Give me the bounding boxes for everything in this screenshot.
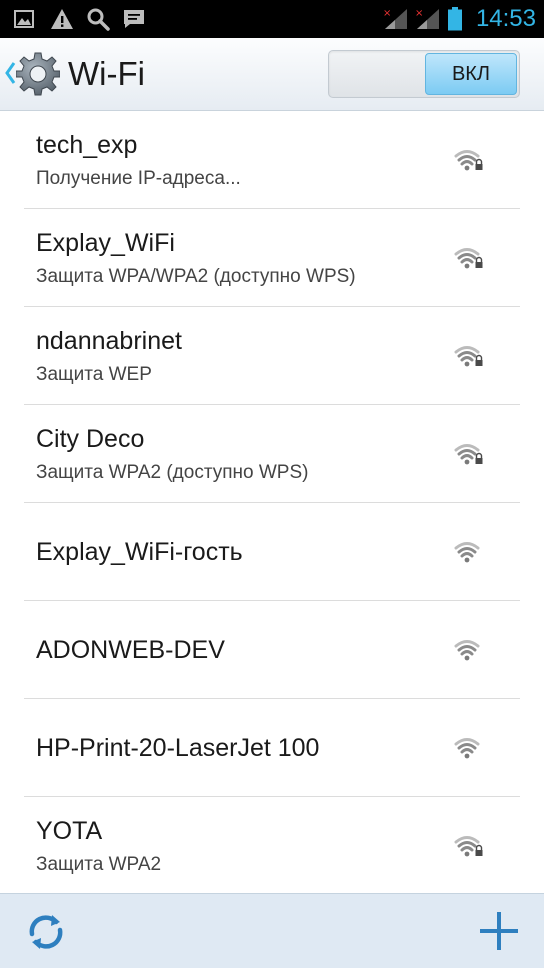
wifi-lock-icon (454, 444, 483, 465)
wifi-icon (454, 640, 480, 661)
gear-icon[interactable] (16, 52, 60, 96)
signal-sim2-icon: × (415, 8, 439, 29)
wifi-icon (454, 738, 480, 759)
network-status: Защита WPA2 (доступно WPS) (36, 462, 309, 483)
network-row[interactable]: ndannabrinet Защита WEP (24, 307, 520, 405)
page-title: Wi-Fi (68, 55, 145, 92)
network-name: ADONWEB-DEV (36, 636, 225, 664)
status-time: 14:53 (475, 5, 536, 32)
wifi-toggle-thumb[interactable]: ВКЛ (425, 53, 517, 95)
search-icon (87, 8, 110, 31)
network-row[interactable]: City Deco Защита WPA2 (доступно WPS) (24, 405, 520, 503)
network-name: Explay_WiFi (36, 229, 175, 257)
wifi-toggle[interactable]: ВКЛ (328, 50, 520, 98)
add-icon[interactable] (478, 910, 520, 952)
network-status: Защита WEP (36, 364, 152, 385)
status-bar: × × 14:53 (0, 0, 544, 38)
wifi-lock-icon (454, 150, 483, 171)
network-status: Защита WPA2 (36, 854, 162, 875)
wifi-lock-icon (454, 248, 483, 269)
signal-sim1-icon: × (383, 8, 407, 29)
network-name: Explay_WiFi-гость (36, 538, 243, 566)
refresh-icon[interactable] (24, 910, 68, 954)
message-icon (124, 10, 144, 28)
wifi-lock-icon (454, 836, 483, 857)
network-status: Получение IP-адреса... (36, 168, 241, 189)
network-name: City Deco (36, 425, 145, 453)
bottom-bar (0, 893, 544, 968)
network-name: HP-Print-20-LaserJet 100 (36, 734, 320, 762)
network-name: ndannabrinet (36, 327, 182, 355)
network-row[interactable]: tech_exp Получение IP-адреса... (24, 111, 520, 209)
wifi-lock-icon (454, 346, 483, 367)
network-row[interactable]: YOTA Защита WPA2 (24, 797, 520, 893)
warning-icon (51, 9, 73, 29)
svg-text:×: × (383, 8, 391, 19)
network-row[interactable]: Explay_WiFi-гость (24, 503, 520, 601)
action-bar: Wi-Fi ВКЛ (0, 38, 544, 111)
svg-text:×: × (415, 8, 423, 19)
network-row[interactable]: ADONWEB-DEV (24, 601, 520, 699)
network-name: YOTA (36, 817, 103, 845)
gallery-icon (14, 10, 34, 28)
network-name: tech_exp (36, 131, 138, 159)
network-row[interactable]: Explay_WiFi Защита WPA/WPA2 (доступно WPS… (24, 209, 520, 307)
back-caret-icon[interactable] (4, 60, 16, 86)
wifi-icon (454, 542, 480, 563)
network-status: Защита WPA/WPA2 (доступно WPS) (36, 266, 356, 287)
network-list: tech_exp Получение IP-адреса... Explay_WiF… (0, 111, 544, 893)
battery-icon (448, 7, 462, 31)
network-row[interactable]: HP-Print-20-LaserJet 100 (24, 699, 520, 797)
